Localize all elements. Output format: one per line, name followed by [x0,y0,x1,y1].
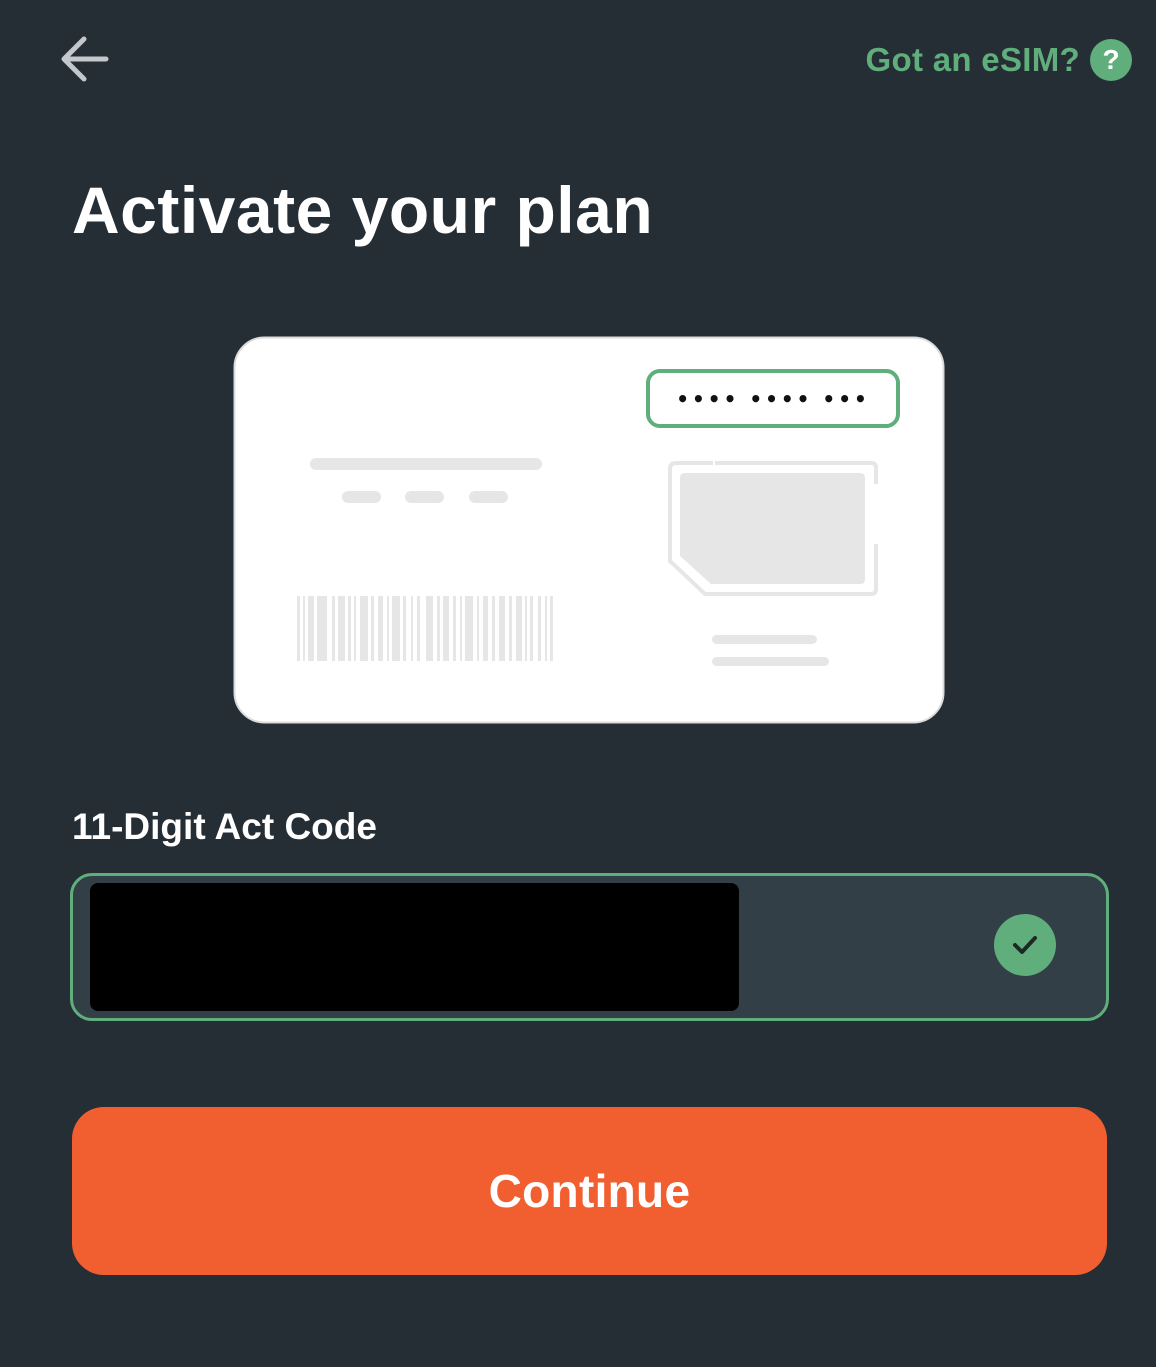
act-code-label: 11-Digit Act Code [72,806,377,847]
masked-code-text: •••• •••• ••• [676,387,870,411]
sim-card-illustration: •••• •••• ••• [233,336,945,724]
continue-button[interactable]: Continue [72,1107,1107,1275]
question-mark-icon[interactable]: ? [1090,39,1132,81]
placeholder-dash [469,491,508,503]
page-title: Activate your plan [72,173,654,247]
placeholder-dash [342,491,381,503]
placeholder-line [712,657,829,666]
checkmark-glyph [1013,936,1037,954]
placeholder-line [712,635,817,644]
act-code-field[interactable] [70,873,1109,1021]
placeholder-line [310,458,542,470]
checkmark-icon [994,914,1056,976]
back-button[interactable] [52,30,116,88]
arrow-left-icon [61,36,109,82]
placeholder-dash [405,491,444,503]
sim-chip [680,473,865,584]
act-code-value-redacted[interactable] [90,883,739,1011]
got-esim-link[interactable]: Got an eSIM? ? [866,36,1132,84]
got-esim-label: Got an eSIM? [865,41,1080,78]
